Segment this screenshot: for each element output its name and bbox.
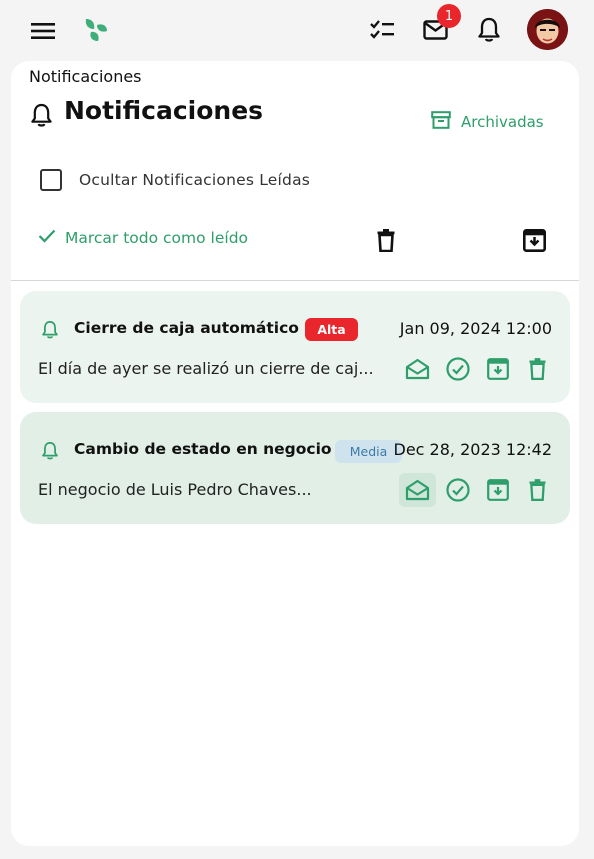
check-circle-icon[interactable] <box>439 473 476 507</box>
mark-read-envelope-icon[interactable] <box>399 473 436 507</box>
archived-button[interactable]: Archivadas <box>431 110 544 134</box>
archive-all-icon[interactable] <box>521 227 547 253</box>
notification-actions <box>399 473 556 507</box>
delete-all-trash-icon[interactable] <box>375 227 397 253</box>
notification-item[interactable]: Cambio de estado en negocio Media Dec 28… <box>20 412 570 524</box>
notification-actions <box>399 352 556 386</box>
notification-title: Cambio de estado en negocio <box>74 440 332 458</box>
menu-icon[interactable] <box>30 20 55 42</box>
archive-icon[interactable] <box>479 352 516 386</box>
check-icon <box>38 229 56 247</box>
hide-read-toggle[interactable]: Ocultar Notificaciones Leídas <box>40 169 310 191</box>
divider <box>11 280 579 281</box>
top-bar: 1 <box>0 0 594 62</box>
mark-all-read-label: Marcar todo como leído <box>65 229 249 247</box>
notification-date: Dec 28, 2023 12:42 <box>393 440 553 459</box>
notification-text: El negocio de Luis Pedro Chaves... <box>38 480 312 499</box>
delete-trash-icon[interactable] <box>519 473 556 507</box>
priority-badge: Alta <box>305 318 358 341</box>
bell-icon <box>42 441 58 464</box>
page-title: Notificaciones <box>64 96 264 125</box>
leaf-logo-icon[interactable] <box>82 16 110 44</box>
notification-item[interactable]: Cierre de caja automático Alta Jan 09, 2… <box>20 291 570 403</box>
bell-icon[interactable] <box>477 16 501 42</box>
archive-icon[interactable] <box>479 473 516 507</box>
mark-all-read-button[interactable]: Marcar todo como leído <box>38 229 248 247</box>
notifications-card: Notificaciones Notificaciones Archivadas… <box>11 61 579 846</box>
checklist-icon[interactable] <box>368 17 396 41</box>
archived-label: Archivadas <box>461 113 544 131</box>
mark-read-envelope-icon[interactable] <box>399 352 436 386</box>
check-circle-icon[interactable] <box>439 352 476 386</box>
notification-text: El día de ayer se realizó un cierre de c… <box>38 359 374 378</box>
mail-badge: 1 <box>437 4 461 28</box>
bell-icon <box>42 320 58 343</box>
user-avatar[interactable] <box>527 9 568 50</box>
bell-icon <box>31 103 52 131</box>
notification-date: Jan 09, 2024 12:00 <box>399 319 552 338</box>
notification-title: Cierre de caja automático <box>74 319 299 337</box>
hide-read-label: Ocultar Notificaciones Leídas <box>79 171 311 189</box>
priority-badge: Media <box>335 440 402 463</box>
delete-trash-icon[interactable] <box>519 352 556 386</box>
breadcrumb: Notificaciones <box>29 67 142 86</box>
archive-box-icon <box>431 111 451 133</box>
hide-read-checkbox[interactable] <box>40 169 62 191</box>
